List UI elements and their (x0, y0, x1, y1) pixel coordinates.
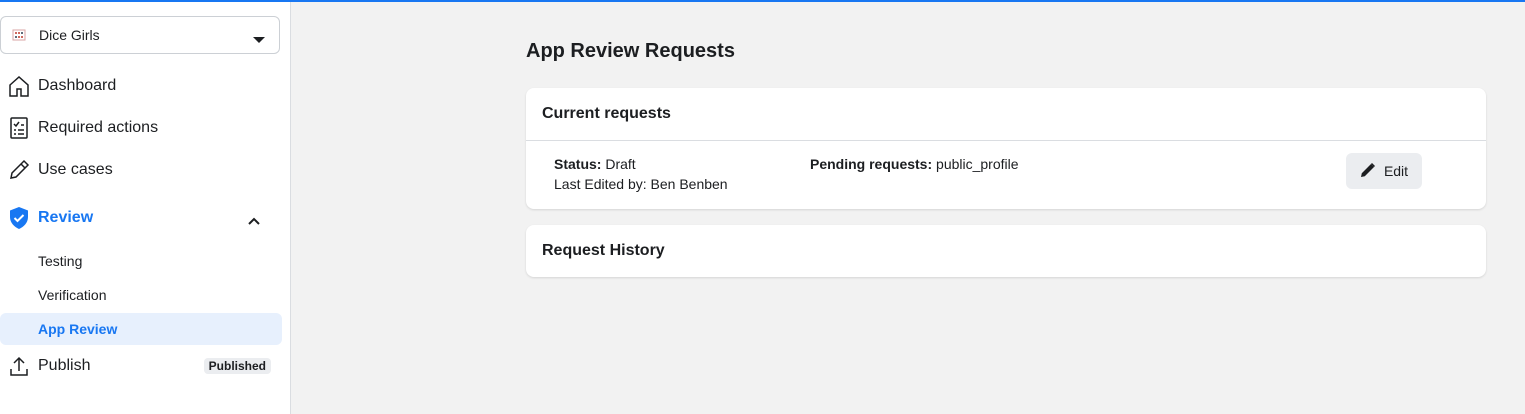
pending-label: Pending requests: (810, 156, 933, 172)
status-column: Status: Draft Last Edited by: Ben Benben (554, 154, 728, 194)
caret-down-icon (253, 31, 265, 49)
edit-pencil-icon (1360, 162, 1376, 181)
nav-use-cases[interactable]: Use cases (0, 150, 280, 190)
checklist-icon (0, 116, 38, 140)
sub-item-app-review[interactable]: App Review (0, 313, 282, 345)
request-row: Status: Draft Last Edited by: Ben Benben… (526, 141, 1486, 210)
nav-required-actions[interactable]: Required actions (0, 108, 280, 148)
shield-check-icon (0, 206, 38, 230)
nav-publish-label: Publish (38, 357, 91, 374)
nav-dashboard[interactable]: Dashboard (0, 66, 280, 106)
nav-publish[interactable]: Publish Published (0, 346, 280, 386)
request-history-card[interactable]: Request History (526, 225, 1486, 277)
last-edited-label: Last Edited by: (554, 176, 647, 192)
upload-icon (0, 354, 38, 378)
current-requests-card: Current requests Status: Draft Last Edit… (526, 88, 1486, 209)
status-value: Draft (605, 156, 636, 172)
nav-review[interactable]: Review (0, 198, 280, 238)
nav-dashboard-label: Dashboard (38, 77, 117, 94)
request-history-header: Request History (542, 242, 665, 259)
pending-value: public_profile (936, 156, 1019, 172)
status-label: Status: (554, 156, 602, 172)
home-icon (0, 74, 38, 98)
nav-required-actions-label: Required actions (38, 119, 159, 136)
pencil-icon (0, 158, 38, 182)
nav-use-cases-label: Use cases (38, 161, 113, 178)
sub-item-testing[interactable]: Testing (0, 245, 282, 277)
app-name: Dice Girls (39, 27, 100, 43)
sub-item-verification[interactable]: Verification (0, 279, 282, 311)
pending-column: Pending requests: public_profile (810, 154, 1019, 174)
app-selector[interactable]: Dice Girls (0, 16, 280, 54)
edit-button[interactable]: Edit (1346, 153, 1422, 189)
chevron-up-icon[interactable] (248, 212, 260, 230)
sidebar: Dice Girls Dashboard Required actions Us… (0, 2, 291, 414)
last-edited-value: Ben Benben (650, 176, 728, 192)
page-title: App Review Requests (526, 40, 735, 62)
nav-review-label: Review (38, 209, 94, 226)
app-icon (12, 28, 26, 42)
edit-label: Edit (1383, 163, 1409, 179)
status-badge: Published (203, 358, 271, 374)
current-requests-header: Current requests (542, 105, 671, 122)
